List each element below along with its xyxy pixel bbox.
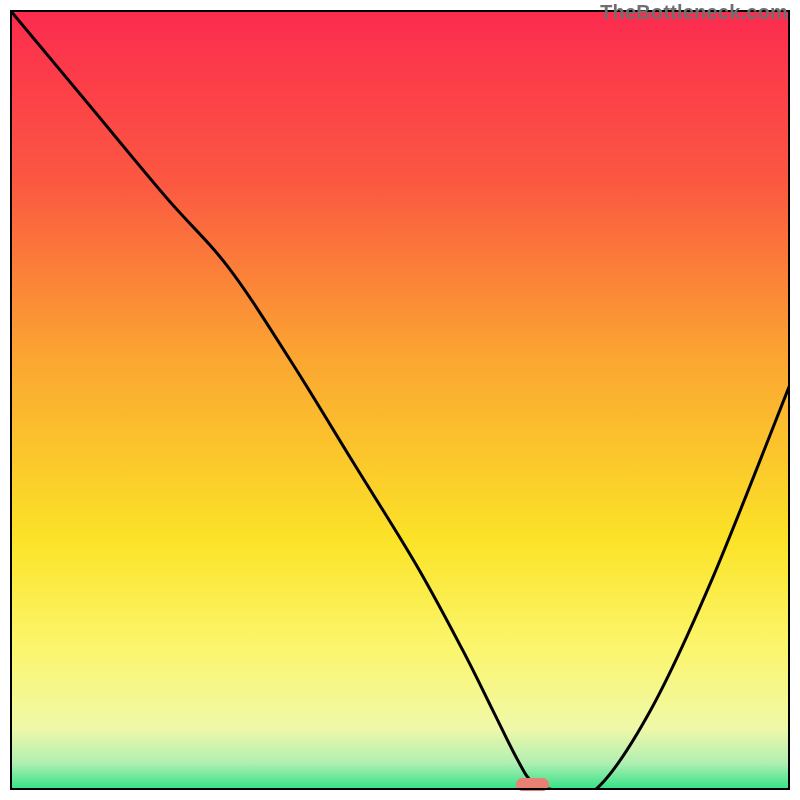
- optimal-marker: [516, 778, 549, 790]
- plot-area: [10, 10, 790, 790]
- heat-gradient-background: [10, 10, 790, 790]
- chart-container: TheBottleneck.com: [0, 0, 800, 800]
- watermark-text: TheBottleneck.com: [600, 2, 788, 25]
